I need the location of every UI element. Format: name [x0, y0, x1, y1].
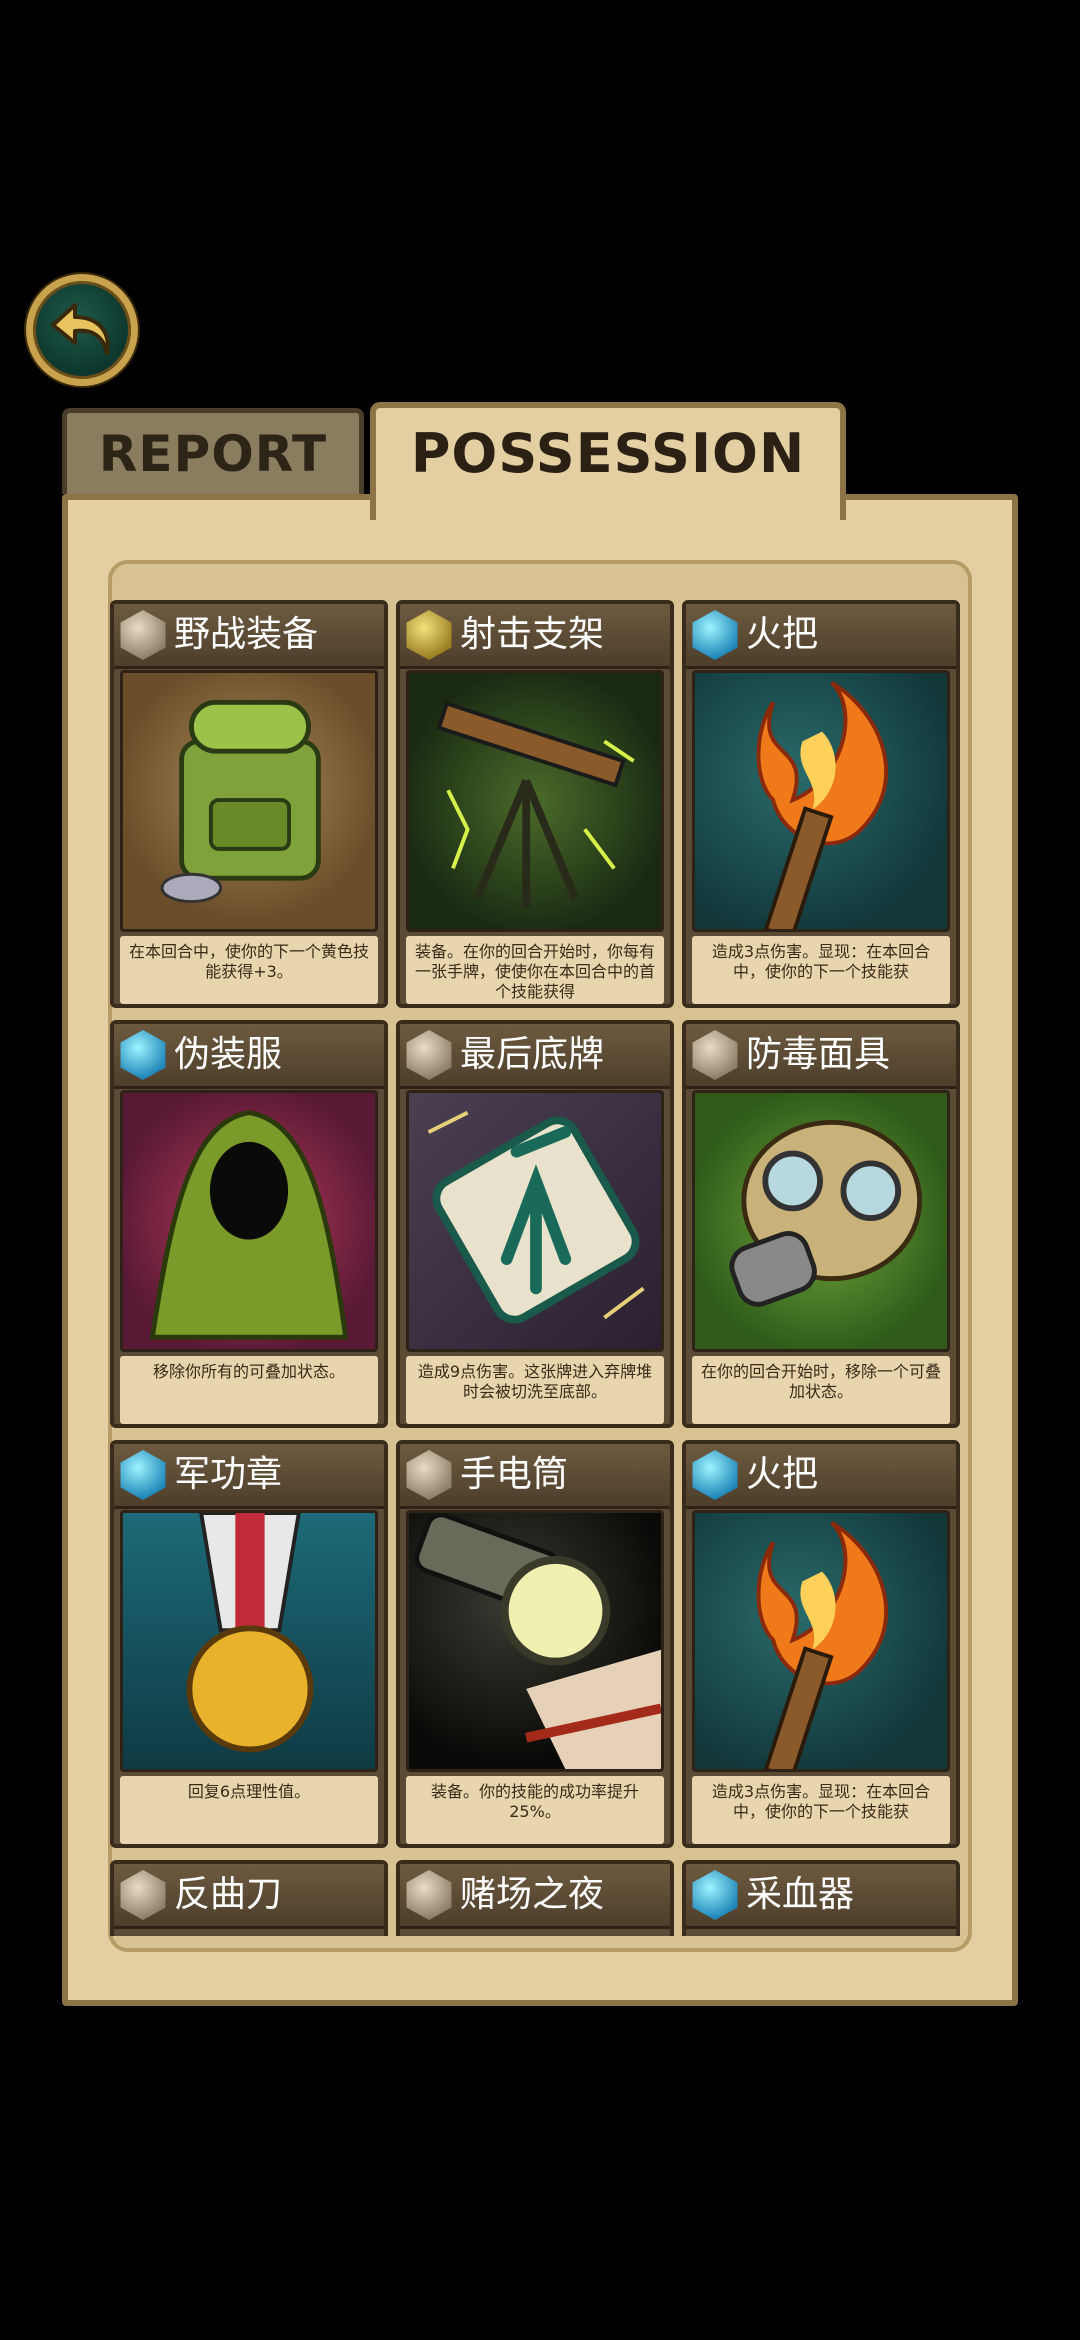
card-header: 赌场之夜	[400, 1864, 670, 1929]
card-neutral-gem-icon	[406, 1030, 452, 1080]
card-8[interactable]: 手电筒装备。你的技能的成功率提升25%。	[396, 1440, 674, 1848]
card-header: 反曲刀	[114, 1864, 384, 1929]
card-title: 反曲刀	[174, 1874, 283, 1915]
card-blue-gem-icon	[120, 1030, 166, 1080]
card-blue-gem-icon	[120, 1450, 166, 1500]
possession-screen: REPORT POSSESSION 野战装备在本回合中，使你的下一个黄色技能获得…	[0, 0, 1080, 2340]
card-title: 火把	[746, 614, 819, 655]
card-header: 军功章	[114, 1444, 384, 1509]
card-description: 造成9点伤害。这张牌进入弃牌堆时会被切洗至底部。	[406, 1356, 664, 1424]
card-2[interactable]: 射击支架装备。在你的回合开始时，你每有一张手牌，使使你在本回合中的首个技能获得	[396, 600, 674, 1008]
back-arrow-icon	[51, 303, 110, 355]
card-7[interactable]: 军功章回复6点理性值。	[110, 1440, 388, 1848]
card-12[interactable]: 采血器	[682, 1860, 960, 1936]
card-header: 野战装备	[114, 604, 384, 669]
card-9[interactable]: 火把造成3点伤害。显现：在本回合中，使你的下一个技能获	[682, 1440, 960, 1848]
card-5[interactable]: 最后底牌造成9点伤害。这张牌进入弃牌堆时会被切洗至底部。	[396, 1020, 674, 1428]
card-header: 最后底牌	[400, 1024, 670, 1089]
card-11[interactable]: 赌场之夜	[396, 1860, 674, 1936]
card-header: 伪装服	[114, 1024, 384, 1089]
card-art-card	[406, 1090, 664, 1352]
card-art-torch	[692, 1510, 950, 1772]
card-description: 造成3点伤害。显现：在本回合中，使你的下一个技能获	[692, 936, 950, 1004]
card-art-tripod	[406, 670, 664, 932]
card-header: 射击支架	[400, 604, 670, 669]
card-description: 造成3点伤害。显现：在本回合中，使你的下一个技能获	[692, 1776, 950, 1844]
card-description: 装备。在你的回合开始时，你每有一张手牌，使使你在本回合中的首个技能获得	[406, 936, 664, 1004]
card-title: 火把	[746, 1454, 819, 1495]
card-art-torch	[692, 670, 950, 932]
card-title: 军功章	[174, 1454, 283, 1495]
card-header: 采血器	[686, 1864, 956, 1929]
card-title: 赌场之夜	[460, 1874, 605, 1915]
card-art-ghillie	[120, 1090, 378, 1352]
card-description: 移除你所有的可叠加状态。	[120, 1356, 378, 1424]
card-blue-gem-icon	[692, 1450, 738, 1500]
tab-possession[interactable]: POSSESSION	[370, 402, 846, 520]
card-gold-gem-icon	[406, 610, 452, 660]
card-description: 装备。你的技能的成功率提升25%。	[406, 1776, 664, 1844]
card-header: 火把	[686, 604, 956, 669]
card-neutral-gem-icon	[406, 1870, 452, 1920]
card-art-flash	[406, 1510, 664, 1772]
card-title: 防毒面具	[746, 1034, 891, 1075]
card-description: 在本回合中，使你的下一个黄色技能获得+3。	[120, 936, 378, 1004]
card-neutral-gem-icon	[406, 1450, 452, 1500]
card-title: 伪装服	[174, 1034, 283, 1075]
card-blue-gem-icon	[692, 1870, 738, 1920]
card-art-medal	[120, 1510, 378, 1772]
card-1[interactable]: 野战装备在本回合中，使你的下一个黄色技能获得+3。	[110, 600, 388, 1008]
card-title: 野战装备	[174, 614, 319, 655]
card-title: 采血器	[746, 1874, 855, 1915]
card-10[interactable]: 反曲刀	[110, 1860, 388, 1936]
card-neutral-gem-icon	[692, 1030, 738, 1080]
card-description: 回复6点理性值。	[120, 1776, 378, 1844]
card-header: 手电筒	[400, 1444, 670, 1509]
card-art-backpack	[120, 670, 378, 932]
card-title: 射击支架	[460, 614, 605, 655]
card-6[interactable]: 防毒面具在你的回合开始时，移除一个可叠加状态。	[682, 1020, 960, 1428]
back-button[interactable]	[26, 274, 138, 386]
card-4[interactable]: 伪装服移除你所有的可叠加状态。	[110, 1020, 388, 1428]
card-header: 火把	[686, 1444, 956, 1509]
card-3[interactable]: 火把造成3点伤害。显现：在本回合中，使你的下一个技能获	[682, 600, 960, 1008]
tab-report[interactable]: REPORT	[62, 408, 364, 494]
card-title: 最后底牌	[460, 1034, 605, 1075]
card-description: 在你的回合开始时，移除一个可叠加状态。	[692, 1356, 950, 1424]
card-grid[interactable]: 野战装备 在本回合中，使你的下一个黄色技能获得+3。 射击支架 装备。在你的回合开始时…	[110, 600, 974, 1936]
card-neutral-gem-icon	[120, 1870, 166, 1920]
card-art-gasmask	[692, 1090, 950, 1352]
card-blue-gem-icon	[692, 610, 738, 660]
card-neutral-gem-icon	[120, 610, 166, 660]
card-header: 防毒面具	[686, 1024, 956, 1089]
card-title: 手电筒	[460, 1454, 569, 1495]
